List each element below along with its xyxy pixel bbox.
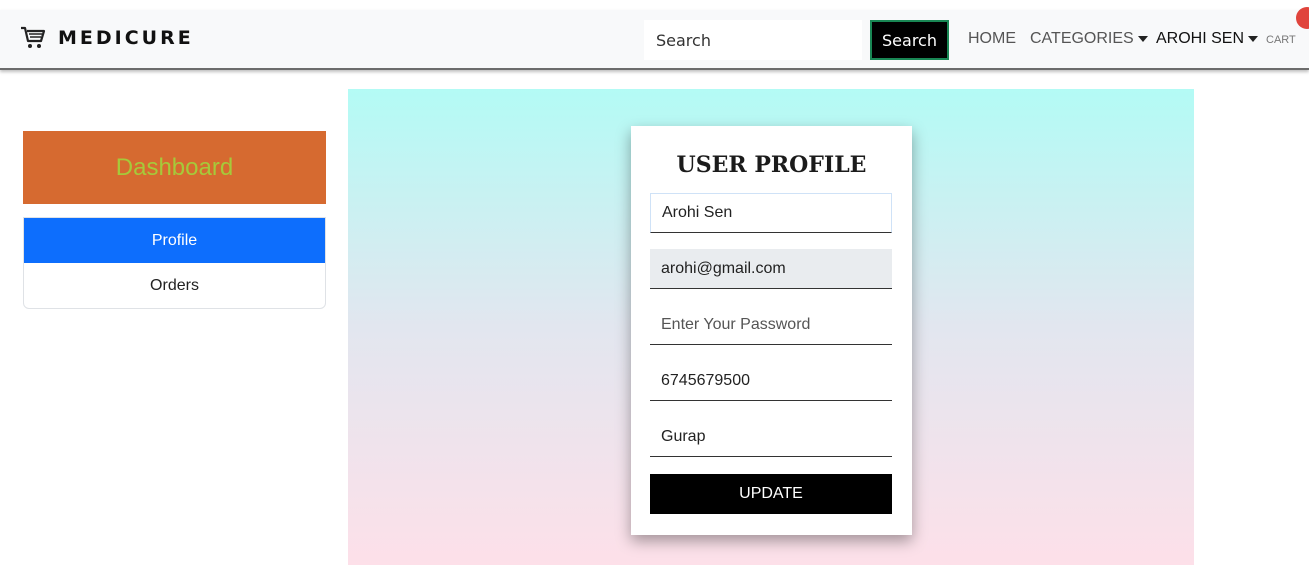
sidebar-item-orders[interactable]: Orders [24, 263, 325, 308]
nav-user-dropdown[interactable]: AROHI SEN [1156, 30, 1259, 48]
nav-home-link[interactable]: HOME [968, 30, 1016, 48]
nav-cart-link[interactable]: CART [1266, 34, 1296, 46]
top-navbar: MEDICURE Search HOME CATEGORIES AROHI SE… [0, 7, 1309, 70]
update-button[interactable]: UPDATE [650, 474, 892, 514]
sidebar-item-profile[interactable]: Profile [24, 218, 325, 263]
address-field[interactable] [650, 417, 892, 457]
user-profile-card: USER PROFILE UPDATE [631, 126, 912, 535]
phone-field[interactable] [650, 361, 892, 401]
sidebar-title: Dashboard [23, 131, 326, 204]
brand[interactable]: MEDICURE [20, 26, 194, 50]
nav-categories-dropdown[interactable]: CATEGORIES [1030, 30, 1148, 48]
shopping-cart-icon [21, 26, 46, 48]
caret-down-icon [1248, 36, 1259, 42]
cart-badge [1296, 7, 1309, 29]
profile-title: USER PROFILE [676, 152, 867, 178]
search-button[interactable]: Search [870, 20, 949, 60]
caret-down-icon [1137, 36, 1148, 42]
brand-name: MEDICURE [58, 27, 194, 49]
password-field[interactable] [650, 305, 892, 345]
dashboard-sidebar: Dashboard Profile Orders [23, 131, 326, 309]
email-field[interactable] [650, 249, 892, 289]
nav-user-label: AROHI SEN [1156, 30, 1245, 47]
name-field[interactable] [650, 193, 892, 233]
nav-categories-label: CATEGORIES [1030, 30, 1134, 47]
search-input[interactable] [644, 20, 862, 60]
sidebar-menu: Profile Orders [23, 217, 326, 309]
